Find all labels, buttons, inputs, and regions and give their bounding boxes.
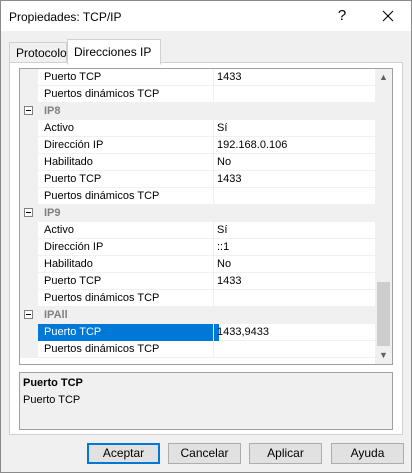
tab-strip: Protocolo Direcciones IP — [9, 39, 403, 65]
question-icon: ? — [337, 7, 347, 24]
category-row[interactable]: IPAll — [20, 307, 375, 324]
row-gutter — [20, 239, 38, 256]
row-gutter — [20, 256, 38, 273]
row-gutter — [20, 222, 38, 239]
property-name: Puertos dinámicos TCP — [44, 343, 160, 355]
property-rows: Puerto TCP 1433 Puertos dinámicos TCP IP8 Ac… — [20, 69, 375, 358]
description-text: Puerto TCP — [23, 394, 81, 406]
tab-protocolo[interactable]: Protocolo — [9, 42, 67, 63]
close-icon — [382, 10, 394, 22]
title-bar: Propiedades: TCP/IP ? — [1, 1, 411, 31]
property-value[interactable]: 192.168.0.106 — [213, 137, 375, 154]
property-row[interactable]: Puertos dinámicos TCP — [20, 341, 375, 358]
property-value[interactable] — [213, 341, 375, 358]
row-gutter — [20, 324, 38, 341]
property-name: Puerto TCP — [44, 275, 102, 287]
property-value[interactable] — [213, 290, 375, 307]
description-panel: Puerto TCP Puerto TCP — [19, 372, 393, 430]
category-label: IP9 — [44, 207, 61, 219]
row-gutter — [20, 273, 38, 290]
property-row[interactable]: Habilitado No — [20, 154, 375, 171]
property-name: Dirección IP — [44, 139, 104, 151]
help-button[interactable]: Ayuda — [331, 443, 404, 464]
vertical-scrollbar[interactable]: ▲ ▼ — [375, 69, 392, 364]
property-value[interactable]: No — [213, 154, 375, 171]
property-name: Dirección IP — [44, 241, 104, 253]
property-row[interactable]: Puertos dinámicos TCP — [20, 188, 375, 205]
property-row[interactable]: Puerto TCP 1433 — [20, 171, 375, 188]
property-value[interactable]: 1433 — [213, 171, 375, 188]
property-value[interactable]: 1433,9433 — [213, 324, 375, 341]
property-grid[interactable]: Puerto TCP 1433 Puertos dinámicos TCP IP8 Ac… — [19, 68, 393, 365]
property-name: Puerto TCP — [44, 173, 102, 185]
scroll-thumb[interactable] — [377, 282, 390, 346]
collapse-icon[interactable] — [24, 208, 33, 217]
property-name: Puerto TCP — [44, 71, 102, 83]
property-value[interactable]: Sí — [213, 222, 375, 239]
property-value[interactable] — [213, 188, 375, 205]
property-row[interactable]: Habilitado No — [20, 256, 375, 273]
description-title: Puerto TCP — [23, 377, 83, 389]
property-row[interactable]: Puerto TCP 1433,9433 — [20, 324, 375, 341]
property-name: Habilitado — [44, 156, 93, 168]
property-name: Habilitado — [44, 258, 93, 270]
help-title-button[interactable]: ? — [319, 1, 365, 31]
property-value[interactable] — [213, 86, 375, 103]
tab-direcciones-ip[interactable]: Direcciones IP — [67, 39, 161, 65]
property-value[interactable]: ::1 — [213, 239, 375, 256]
scroll-up-icon[interactable]: ▲ — [375, 69, 392, 86]
property-name: Activo — [44, 224, 74, 236]
property-row[interactable]: Puerto TCP 1433 — [20, 69, 375, 86]
property-name: Puertos dinámicos TCP — [44, 190, 160, 202]
collapse-icon[interactable] — [24, 310, 33, 319]
properties-dialog: Propiedades: TCP/IP ? Protocolo Direccio… — [0, 0, 412, 473]
row-gutter — [20, 69, 38, 86]
cancel-button[interactable]: Cancelar — [168, 443, 241, 464]
property-name: Puertos dinámicos TCP — [44, 88, 160, 100]
property-value[interactable]: 1433 — [213, 69, 375, 86]
apply-button[interactable]: Aplicar — [249, 443, 322, 464]
tab-panel: Puerto TCP 1433 Puertos dinámicos TCP IP8 Ac… — [9, 62, 403, 435]
ok-button[interactable]: Aceptar — [87, 443, 160, 464]
category-row[interactable]: IP9 — [20, 205, 375, 222]
close-button[interactable] — [365, 1, 411, 31]
category-label: IP8 — [44, 105, 61, 117]
row-gutter — [20, 154, 38, 171]
property-value[interactable]: Sí — [213, 120, 375, 137]
property-row[interactable]: Puertos dinámicos TCP — [20, 86, 375, 103]
property-value[interactable]: 1433 — [213, 273, 375, 290]
property-row[interactable]: Activo Sí — [20, 120, 375, 137]
property-name: Puertos dinámicos TCP — [44, 292, 160, 304]
property-row[interactable]: Dirección IP 192.168.0.106 — [20, 137, 375, 154]
property-value[interactable]: No — [213, 256, 375, 273]
property-row[interactable]: Activo Sí — [20, 222, 375, 239]
property-row[interactable]: Dirección IP::1 — [20, 239, 375, 256]
window-title: Propiedades: TCP/IP — [9, 10, 122, 24]
row-gutter — [20, 290, 38, 307]
scroll-down-icon[interactable]: ▼ — [375, 347, 392, 364]
row-gutter — [20, 86, 38, 103]
row-gutter — [20, 188, 38, 205]
property-row[interactable]: Puertos dinámicos TCP — [20, 290, 375, 307]
property-name: Puerto TCP — [38, 324, 219, 341]
row-gutter — [20, 137, 38, 154]
property-row[interactable]: Puerto TCP 1433 — [20, 273, 375, 290]
property-name: Activo — [44, 122, 74, 134]
row-gutter — [20, 120, 38, 137]
collapse-icon[interactable] — [24, 106, 33, 115]
row-gutter — [20, 171, 38, 188]
row-gutter — [20, 341, 38, 358]
category-row[interactable]: IP8 — [20, 103, 375, 120]
category-label: IPAll — [44, 309, 68, 321]
